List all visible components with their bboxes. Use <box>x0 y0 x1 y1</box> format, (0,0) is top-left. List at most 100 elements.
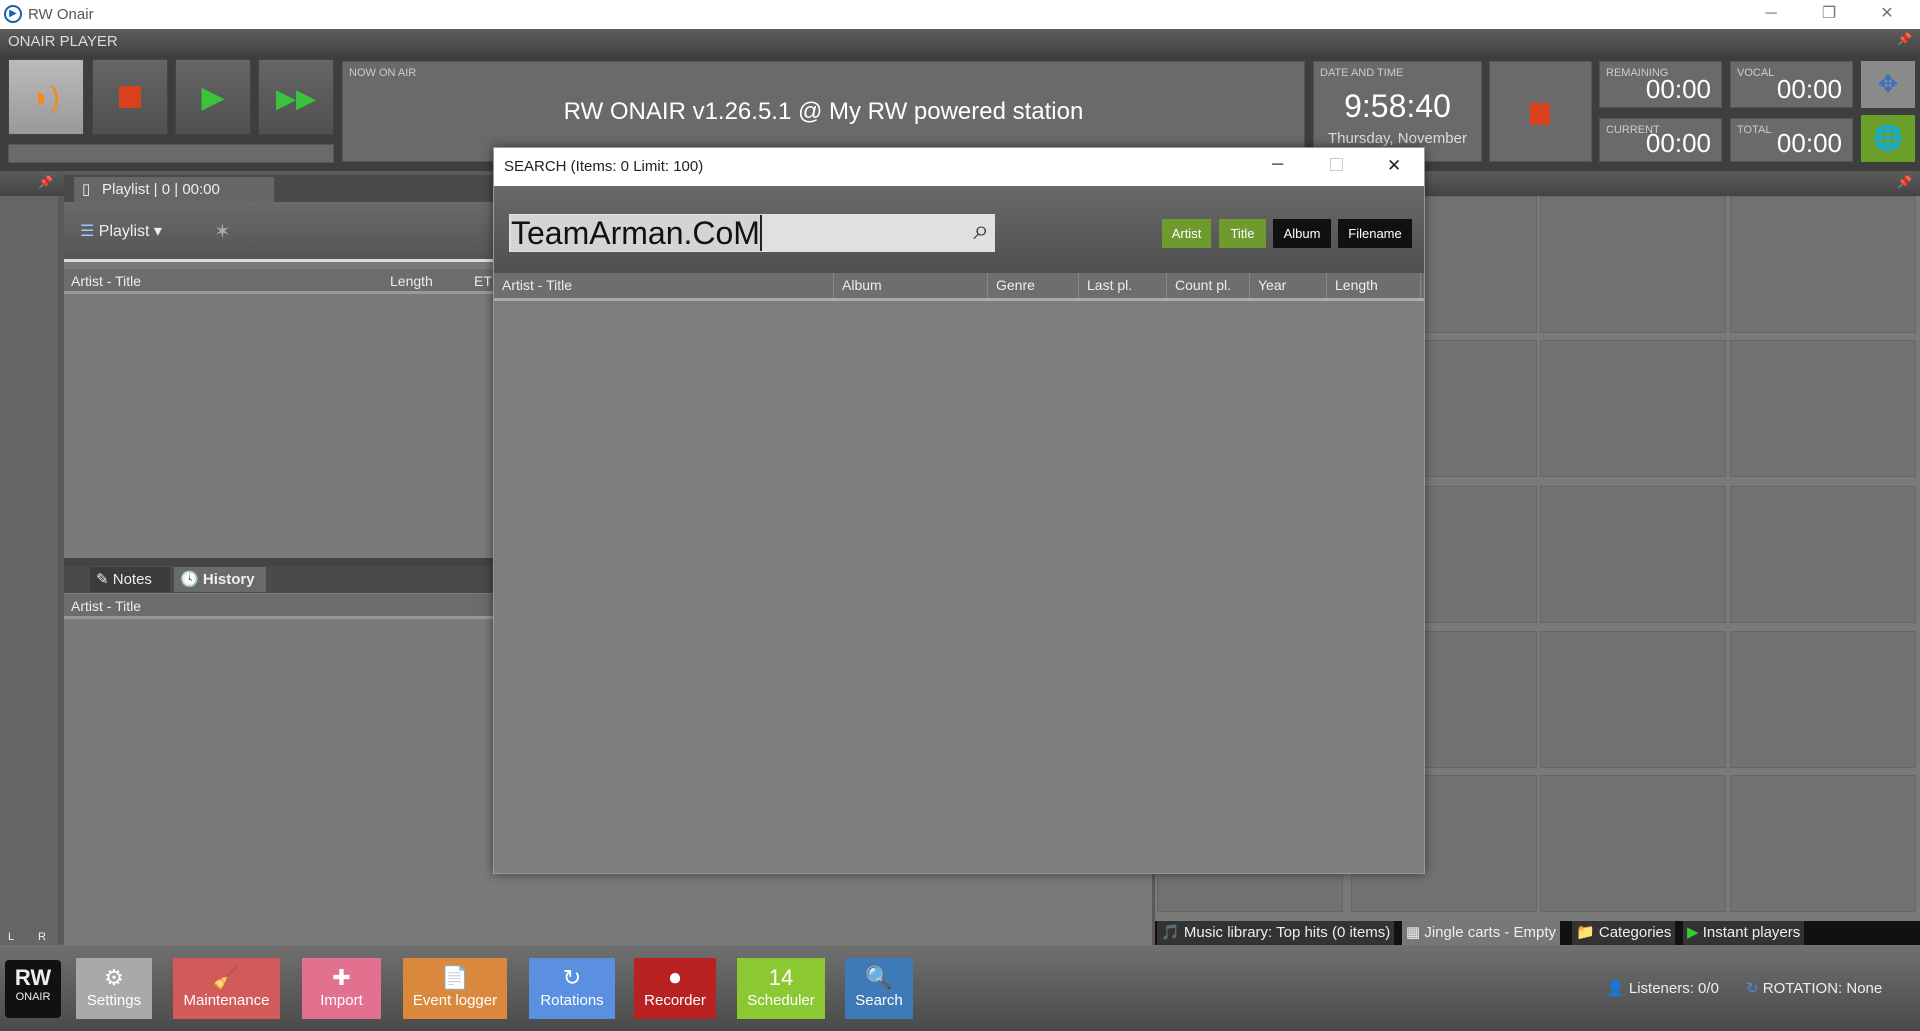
search-input[interactable]: TeamArman.CoM ⌕ <box>509 214 995 252</box>
pin-icon[interactable]: 📌 <box>1897 32 1912 46</box>
next-button[interactable]: ▶▶ <box>258 59 334 135</box>
tab-label: Music library: Top hits (0 items) <box>1183 924 1391 941</box>
dialog-maximize-button[interactable] <box>1330 158 1343 171</box>
jingle-cart-slot[interactable] <box>1730 631 1916 768</box>
jingle-cart-slot[interactable] <box>1730 486 1916 623</box>
recorder-icon: ⏺ <box>669 965 681 990</box>
right-channel-label: R <box>38 931 46 943</box>
move-arrows-icon: ✥ <box>1877 71 1899 98</box>
play-icon: ▶ <box>201 81 225 114</box>
stop-button[interactable] <box>92 59 168 135</box>
progress-bar[interactable] <box>8 144 334 163</box>
rotations-button[interactable]: ↻ Rotations <box>529 958 615 1019</box>
filter-filename-toggle[interactable]: Filename <box>1338 219 1412 248</box>
tab-history[interactable]: 🕓 History <box>174 567 266 592</box>
column-count-pl[interactable]: Count pl. <box>1167 273 1250 298</box>
listeners-status: 👤 Listeners: 0/0 <box>1606 980 1719 997</box>
jingle-cart-slot[interactable] <box>1730 775 1916 912</box>
vocal-label: VOCAL <box>1737 67 1775 79</box>
stop-icon <box>1530 103 1550 125</box>
search-dialog-titlebar: SEARCH (Items: 0 Limit: 100) ─ ✕ <box>494 148 1424 186</box>
jingle-cart-slot[interactable] <box>1540 340 1726 477</box>
column-genre[interactable]: Genre <box>988 273 1079 298</box>
jingle-cart-slot[interactable] <box>1540 486 1726 623</box>
filter-title-toggle[interactable]: Title <box>1219 219 1266 248</box>
button-label: Scheduler <box>747 992 815 1009</box>
minimize-button[interactable]: ─ <box>1751 2 1791 26</box>
settings-button[interactable]: ⚙ Settings <box>76 958 152 1019</box>
restore-button[interactable]: ❐ <box>1809 2 1849 26</box>
app-icon: ▶ <box>4 5 22 23</box>
scheduler-button[interactable]: 14 Scheduler <box>737 958 825 1019</box>
dialog-minimize-button[interactable]: ─ <box>1272 156 1283 174</box>
tab-categories[interactable]: 📁 Categories <box>1572 921 1676 945</box>
filter-artist-toggle[interactable]: Artist <box>1162 219 1211 248</box>
logo-text: RW <box>14 965 52 990</box>
import-button[interactable]: ✚ Import <box>302 958 381 1019</box>
column-length[interactable]: Length <box>1327 273 1421 298</box>
column-length[interactable]: Length <box>390 273 433 289</box>
now-on-air-label: NOW ON AIR <box>349 67 417 79</box>
rotation-status[interactable]: ↻ ROTATION: None <box>1746 979 1882 997</box>
rotation-icon: ↻ <box>1746 980 1759 997</box>
event-logger-button[interactable]: 📄 Event logger <box>403 958 507 1019</box>
rotations-icon: ↻ <box>562 965 582 990</box>
window-title: RW Onair <box>28 6 94 23</box>
magic-wand-icon[interactable]: ✶ <box>214 219 231 244</box>
playlist-menu-button[interactable]: ☰ Playlist ▾ <box>80 221 162 241</box>
tab-jingle-carts[interactable]: ▦ Jingle carts - Empty <box>1402 921 1561 945</box>
layout-button[interactable]: ✥ <box>1861 61 1915 108</box>
pin-icon[interactable]: 📌 <box>1897 175 1912 189</box>
filter-album-toggle[interactable]: Album <box>1273 219 1331 248</box>
button-label: Event logger <box>412 992 498 1009</box>
column-last-pl[interactable]: Last pl. <box>1079 273 1167 298</box>
column-artist-title[interactable]: Artist - Title <box>494 273 834 298</box>
total-counter: TOTAL 00:00 <box>1730 118 1853 162</box>
search-query: TeamArman.CoM <box>511 215 762 251</box>
search-button[interactable]: 🔍 Search <box>845 958 913 1019</box>
globe-icon: 🌐 <box>1873 125 1903 152</box>
jingle-cart-slot[interactable] <box>1540 196 1726 333</box>
pencil-icon: ✎ <box>96 571 109 588</box>
rw-onair-logo[interactable]: RW ONAIR <box>5 960 61 1018</box>
list-icon: ☰ <box>80 223 95 240</box>
clock-icon: 🕓 <box>180 571 199 588</box>
web-button[interactable]: 🌐 <box>1861 115 1915 162</box>
tab-playlist[interactable]: ▯ Playlist | 0 | 00:00 <box>74 177 274 202</box>
results-header: Artist - Title Album Genre Last pl. Count pl… <box>494 273 1424 301</box>
tab-label: Jingle carts - Empty <box>1424 924 1557 941</box>
column-artist-title[interactable]: Artist - Title <box>71 273 141 289</box>
tab-music-library[interactable]: 🎵 Music library: Top hits (0 items) <box>1157 921 1395 945</box>
tab-notes[interactable]: ✎ Notes <box>90 567 170 592</box>
jingle-cart-slot[interactable] <box>1730 340 1916 477</box>
bottom-toolbar: RW ONAIR ⚙ Settings 🧹 Maintenance ✚ Import 📄 Eve… <box>0 945 1920 1031</box>
play-button[interactable]: ▶ <box>175 59 251 135</box>
playlist-menu-label: Playlist <box>98 223 150 240</box>
playlist-tab-label: Playlist | 0 | 00:00 <box>102 181 220 198</box>
jingle-cart-slot[interactable] <box>1730 196 1916 333</box>
play-icon: ▶ <box>1687 924 1699 941</box>
column-artist-title[interactable]: Artist - Title <box>71 598 141 614</box>
rotation-text: ROTATION: None <box>1762 980 1883 997</box>
cart-stop-button[interactable] <box>1489 61 1592 162</box>
current-value: 00:00 <box>1645 128 1711 158</box>
close-button[interactable]: ✕ <box>1867 2 1907 26</box>
column-year[interactable]: Year <box>1250 273 1327 298</box>
history-tab-label: History <box>202 571 255 588</box>
dialog-close-button[interactable]: ✕ <box>1387 156 1401 176</box>
jingle-cart-slot[interactable] <box>1540 775 1726 912</box>
jingle-cart-slot[interactable] <box>1540 631 1726 768</box>
search-icon[interactable]: ⌕ <box>973 214 989 247</box>
maintenance-button[interactable]: 🧹 Maintenance <box>173 958 280 1019</box>
button-label: Search <box>855 992 903 1009</box>
tab-instant-players[interactable]: ▶ Instant players <box>1683 921 1805 945</box>
column-et[interactable]: ET <box>474 273 492 289</box>
left-channel-label: L <box>8 931 15 943</box>
recorder-button[interactable]: ⏺ Recorder <box>634 958 716 1019</box>
pin-icon[interactable]: 📌 <box>38 175 53 189</box>
column-album[interactable]: Album <box>834 273 988 298</box>
speaker-icon: ◗) <box>31 81 61 114</box>
clock-time: 9:58:40 <box>1344 88 1451 124</box>
voice-button[interactable]: ◗) <box>8 59 84 135</box>
search-dialog: SEARCH (Items: 0 Limit: 100) ─ ✕ TeamArm… <box>493 147 1425 874</box>
